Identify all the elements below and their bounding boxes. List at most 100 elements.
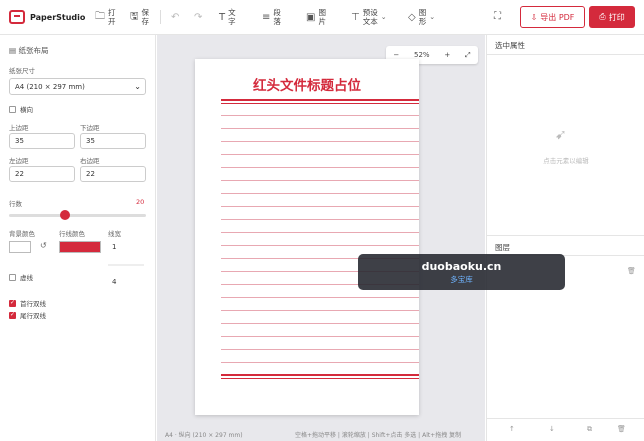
landscape-checkbox[interactable]: 横向 [9,104,33,114]
save-icon: 🖫 [130,10,139,22]
fullscreen-icon[interactable]: ⛶ [494,11,501,22]
ruled-line [221,336,419,337]
redo-button[interactable]: ↷ [194,5,205,29]
ruled-line [221,297,419,298]
open-label-1: 打 [108,8,116,17]
dashed-checkbox[interactable]: 虚线 [9,272,33,282]
zoom-out-button[interactable]: − [393,51,399,59]
paper-status: A4 · 纵向 (210 × 297 mm) [165,432,243,439]
save-button[interactable]: 🖫 保存 [130,5,149,29]
move-up-icon[interactable]: ↑ [509,425,515,433]
ruled-line [221,167,419,168]
save-label-1: 保 [141,8,150,17]
print-label: 打印 [608,12,625,22]
shape-dropdown[interactable]: ◇ 图形 ⌄ [408,5,435,29]
image-label-2: 片 [318,17,326,26]
first-row-double-checkbox[interactable]: 首行双线 [9,298,46,308]
checkbox-box [9,273,16,281]
ruled-line [221,154,419,155]
logo-icon [9,10,25,24]
line-width-label: 线宽 [108,230,121,238]
zoom-level: 52% [414,51,430,59]
ruled-line [221,219,419,220]
empty-hint: 点击元素以编辑 [543,157,589,165]
checkbox-box [9,299,16,307]
line-width-track[interactable] [108,264,144,266]
text-label-1: 文 [228,8,236,17]
paper-title[interactable]: 红头文件标题占位 [195,74,419,94]
chevron-down-icon: ⌄ [134,82,141,91]
image-button[interactable]: ▣ 图片 [306,5,326,29]
props-title: 选中属性 [495,41,525,50]
dash-size-value[interactable]: 4 [112,278,116,286]
ruled-line [221,180,419,181]
shape-label-1: 图 [418,8,427,17]
ruled-line [221,206,419,207]
open-label-2: 开 [108,17,116,26]
landscape-label: 横向 [20,106,33,114]
ruled-line [221,349,419,350]
reset-icon[interactable]: ↺ [40,241,47,250]
shape-icon: ◇ [408,11,416,23]
text-icon: T [219,11,226,23]
app-name: PaperStudio [30,12,86,22]
line-width-value[interactable]: 1 [112,243,116,251]
copy-icon[interactable]: ⧉ [587,425,592,434]
properties-panel: 选中属性 ➹ 点击元素以编辑 图层 🗑 ↑ ↓ ⧉ 🗑 [486,35,644,441]
paper-page[interactable]: 红头文件标题占位 [195,59,419,415]
image-label-1: 图 [318,8,326,17]
margin-left-label: 左边距 [9,157,29,165]
ruled-line [221,310,419,311]
rows-slider-thumb[interactable] [60,210,71,220]
ruled-line [221,141,419,142]
rows-value: 20 [136,198,145,206]
last-row-double-checkbox[interactable]: 尾行双线 [9,310,46,320]
margin-top-input[interactable]: 35 [9,133,75,149]
layers-title: 图层 [495,243,510,252]
preset-label-2: 文本 [362,17,378,26]
move-down-icon[interactable]: ↓ [549,425,555,433]
delete-icon[interactable]: 🗑 [617,425,626,433]
preset-label-1: 预设 [362,8,378,17]
cursor-click-icon: ➹ [555,127,567,143]
line-color-swatch[interactable] [59,241,101,253]
app-logo: PaperStudio [9,10,85,24]
export-pdf-button[interactable]: ⇩ 导出 PDF [520,6,585,28]
image-icon: ▣ [306,11,316,23]
last-double-label: 尾行双线 [20,312,46,320]
layout-icon: ▤ [9,46,17,55]
section-title: 纸张布局 [18,46,49,55]
bg-color-swatch[interactable] [9,241,31,253]
trash-icon[interactable]: 🗑 [627,267,636,275]
margin-left-input[interactable]: 22 [9,166,75,182]
first-double-label: 首行双线 [20,300,46,308]
paper-size-label: 纸张尺寸 [9,67,35,75]
print-button[interactable]: ⎙ 打印 [589,6,635,28]
rows-slider[interactable] [9,214,146,217]
folder-icon: 🗀 [95,10,105,22]
ruled-line [221,115,419,116]
ruled-line [221,245,419,246]
open-button[interactable]: 🗀 打开 [95,5,116,29]
ruled-line [221,323,419,324]
ruled-line [221,232,419,233]
export-icon: ⇩ [530,12,538,22]
paragraph-icon: ≡ [262,11,271,23]
margin-bottom-input[interactable]: 35 [80,133,146,149]
zoom-in-button[interactable]: + [444,51,450,59]
shortcut-hints: 空格+拖动平移 | 滚轮缩放 | Shift+点击 多选 | Alt+拖拽 复制 [295,432,462,439]
paragraph-button[interactable]: ≡ 段落 [262,5,281,29]
save-label-2: 存 [141,17,150,26]
preset-text-dropdown[interactable]: ⊤ 预设 文本 ⌄ [351,5,387,29]
paper-size-select[interactable]: A4 (210 × 297 mm) ⌄ [9,78,146,95]
checkbox-box [9,311,16,319]
export-label: 导出 PDF [540,12,575,22]
header-red-rule [221,103,419,104]
text-button[interactable]: T 文字 [219,5,236,29]
chevron-down-icon: ⌄ [429,13,436,21]
divider [487,54,644,55]
margin-right-input[interactable]: 22 [80,166,146,182]
undo-button[interactable]: ↶ [171,5,182,29]
watermark-name: 多宝库 [450,275,473,284]
fit-icon[interactable]: ⤢ [465,51,471,60]
